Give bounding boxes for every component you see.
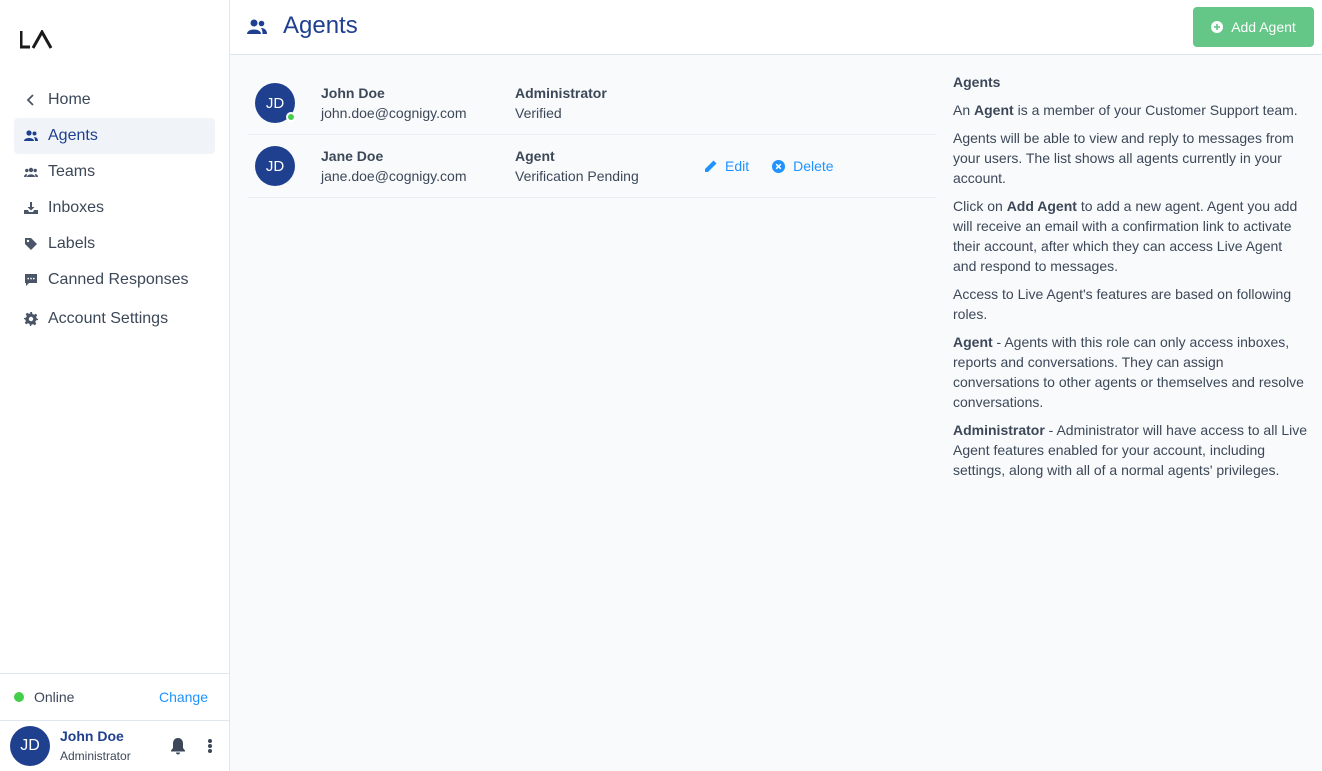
sidebar-item-home[interactable]: Home xyxy=(14,82,215,118)
avatar-initials: JD xyxy=(265,94,285,112)
help-paragraph: Click on Add Agent to add a new agent. A… xyxy=(953,198,1298,274)
inbox-icon xyxy=(24,201,38,215)
sidebar-item-canned-responses[interactable]: Canned Responses xyxy=(14,262,215,298)
agent-role-status: Administrator Verified xyxy=(515,83,607,123)
status-label: Online xyxy=(34,689,75,705)
sidebar: Home Agents Teams Inboxes Labels Canned … xyxy=(0,0,230,771)
agent-identity: Jane Doe jane.doe@cognigy.com xyxy=(321,146,466,186)
help-panel: Agents An Agent is a member of your Cust… xyxy=(953,72,1309,488)
sidebar-item-account-settings[interactable]: Account Settings xyxy=(14,301,215,337)
avatar[interactable]: JD xyxy=(10,726,50,766)
tag-icon xyxy=(24,237,38,251)
online-indicator xyxy=(286,112,296,122)
edit-label: Edit xyxy=(725,158,750,174)
sidebar-item-label: Labels xyxy=(48,235,96,252)
agent-email: jane.doe@cognigy.com xyxy=(321,168,467,184)
close-circle-icon xyxy=(772,159,786,173)
user-info: John Doe Administrator xyxy=(60,727,169,765)
help-paragraph: Agent - Agents with this role can only a… xyxy=(953,334,1304,410)
table-row: JD John Doe john.doe@cognigy.com Adminis… xyxy=(248,72,936,135)
agent-role-status: Agent Verification Pending xyxy=(515,146,639,186)
avatar: JD xyxy=(255,146,295,186)
sidebar-item-agents[interactable]: Agents xyxy=(14,118,215,154)
edit-agent-button[interactable]: Edit xyxy=(704,158,749,174)
help-paragraph: Access to Live Agent's features are base… xyxy=(953,286,1292,322)
plus-circle-icon xyxy=(1211,21,1224,33)
pencil-icon xyxy=(705,160,717,172)
sidebar-item-label: Inboxes xyxy=(48,199,105,216)
sidebar-nav: Home Agents Teams Inboxes Labels Canned … xyxy=(14,82,215,337)
sidebar-item-label: Account Settings xyxy=(48,310,169,327)
more-options-icon[interactable] xyxy=(207,737,213,755)
page-title: Agents xyxy=(283,12,358,39)
agent-role: Agent xyxy=(515,148,555,164)
agent-name: Jane Doe xyxy=(321,148,384,164)
agent-name: John Doe xyxy=(321,85,385,101)
current-user: JD John Doe Administrator xyxy=(0,720,229,771)
agent-identity: John Doe john.doe@cognigy.com xyxy=(321,83,466,123)
sidebar-item-labels[interactable]: Labels xyxy=(14,226,215,262)
logo[interactable] xyxy=(20,30,54,50)
user-role: Administrator xyxy=(60,749,131,763)
agent-role: Administrator xyxy=(515,85,607,101)
page-header: Agents Add Agent xyxy=(230,0,1322,55)
agent-email: john.doe@cognigy.com xyxy=(321,105,467,121)
avatar-initials: JD xyxy=(265,157,285,175)
add-agent-button[interactable]: Add Agent xyxy=(1193,7,1314,47)
sidebar-item-inboxes[interactable]: Inboxes xyxy=(14,190,215,226)
agents-icon xyxy=(247,19,267,34)
change-status-link[interactable]: Change xyxy=(159,689,208,705)
chat-bubble-icon xyxy=(24,273,38,287)
gear-icon xyxy=(24,312,38,326)
sidebar-item-label: Agents xyxy=(48,127,98,144)
online-status-dot xyxy=(14,692,24,702)
availability-status: Online Change xyxy=(0,673,229,720)
teams-icon xyxy=(24,165,38,179)
delete-agent-button[interactable]: Delete xyxy=(772,158,834,174)
help-paragraph: Administrator - Administrator will have … xyxy=(953,422,1308,478)
agent-verification-status: Verification Pending xyxy=(515,168,639,184)
agent-verification-status: Verified xyxy=(515,105,562,121)
sidebar-item-label: Canned Responses xyxy=(48,271,189,288)
sidebar-item-label: Home xyxy=(48,91,91,108)
bell-icon[interactable] xyxy=(169,737,187,755)
help-paragraph: An Agent is a member of your Customer Su… xyxy=(953,102,1298,118)
agents-icon xyxy=(24,129,38,143)
sidebar-item-teams[interactable]: Teams xyxy=(14,154,215,190)
avatar: JD xyxy=(255,83,296,123)
help-paragraph: Agents will be able to view and reply to… xyxy=(953,130,1294,186)
agents-table: JD John Doe john.doe@cognigy.com Adminis… xyxy=(248,72,936,198)
table-row: JD Jane Doe jane.doe@cognigy.com Agent V… xyxy=(248,135,936,198)
help-title: Agents xyxy=(953,74,1001,90)
chevron-left-icon xyxy=(24,93,38,107)
delete-label: Delete xyxy=(793,158,834,174)
sidebar-item-label: Teams xyxy=(48,163,96,180)
user-name: John Doe xyxy=(60,728,124,744)
add-agent-label: Add Agent xyxy=(1231,19,1296,35)
row-actions: Edit Delete xyxy=(704,158,857,174)
